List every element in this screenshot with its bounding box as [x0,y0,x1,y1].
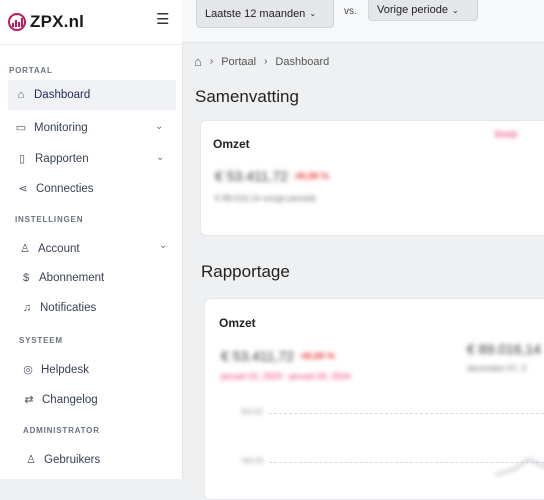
sidebar-item-label: Connecties [36,182,94,195]
sidebar-item-account[interactable]: ♙ Account [18,242,80,256]
help-icon: ◎ [23,364,33,376]
summary-previous: € 89.016,14 vorige periode [215,193,317,203]
summary-heading: Samenvatting [195,87,299,106]
breadcrumb-portaal[interactable]: Portaal [221,56,256,68]
breadcrumb-current: Dashboard [275,55,330,68]
clipboard-icon: ▯ [18,153,26,165]
report-card-title: Omzet [219,316,256,330]
sidebar-item-gebruikers[interactable]: ♙ Gebruikers [24,453,101,467]
section-systeem: SYSTEEM [19,336,63,345]
refresh-icon: ⇄ [24,394,34,406]
report-heading: Rapportage [201,262,290,281]
vs-label: vs. [344,6,357,17]
sidebar-item-abonnement[interactable]: $ Abonnement [19,272,104,284]
sidebar-item-label: Monitoring [34,121,88,134]
report-value: € 53.411,72 [221,348,294,364]
chevron-down-icon[interactable]: ⌄ [155,121,163,132]
period-select[interactable]: Laatste 12 maanden ⌄ [196,0,334,28]
home-icon: ⌂ [17,89,25,101]
summary-link[interactable]: Bekijk [495,129,518,139]
sidebar-item-label: Notificaties [40,302,97,314]
summary-card: Omzet € 53.411,72 -40,89 % € 89.016,14 v… [200,120,544,236]
sidebar-item-notificaties[interactable]: ♫ Notificaties [20,302,96,314]
summary-card-title: Omzet [213,137,250,151]
chevron-down-icon[interactable]: ⌄ [159,240,167,251]
brand[interactable]: ZPX.nl [0,0,182,45]
sidebar-item-label: Dashboard [34,89,91,101]
summary-change: -40,89 % [293,171,330,181]
brand-name: ZPX.nl [30,12,85,31]
sidebar: ZPX.nl ☰ PORTAAL ⌂ Dashboard ▭ Monitorin… [0,0,183,479]
section-administrator: ADMINISTRATOR [23,426,100,435]
sidebar-item-label: Account [38,242,80,255]
chevron-down-icon: ⌄ [451,5,459,15]
sidebar-item-label: Rapporten [35,152,89,165]
sidebar-item-rapporten[interactable]: ▯ Rapporten [15,152,89,166]
dollar-icon: $ [22,272,30,284]
menu-toggle-icon[interactable]: ☰ [156,10,169,28]
user-icon: ♙ [26,454,36,466]
chevron-right-icon: › [264,56,268,67]
report-range: januari 01, 2023 - januari 05, 2024 [221,371,351,381]
chevron-down-icon: ⌄ [309,9,317,18]
logo-icon [8,13,26,31]
sidebar-item-monitoring[interactable]: ▭ Monitoring [14,121,88,135]
sidebar-item-helpdesk[interactable]: ◎ Helpdesk [21,363,89,377]
section-portaal: PORTAAL [9,66,53,75]
y-tick-label: 600.00 [241,409,263,416]
sidebar-item-label: Changelog [42,393,98,406]
chevron-right-icon: › [209,56,214,67]
sidebar-item-label: Gebruikers [44,453,101,466]
y-tick-label: 500.00 [242,458,264,465]
report-card: Omzet € 53.411,72 -40,89 % januari 01, 2… [204,298,544,500]
compare-select[interactable]: Vorige periode ⌄ [368,0,478,21]
compare-select-value: Vorige periode [377,4,448,16]
sidebar-item-connecties[interactable]: ⋖ Connecties [16,182,94,196]
gridline [269,413,544,414]
share-icon: ⋖ [18,183,28,195]
bell-icon: ♫ [22,302,32,314]
report-compare-value: € 89.016,14 [467,341,541,357]
breadcrumb: ⌂ › Portaal › Dashboard [194,54,337,69]
app: ZPX.nl ☰ PORTAAL ⌂ Dashboard ▭ Monitorin… [0,0,544,500]
chevron-down-icon[interactable]: ⌄ [156,152,164,163]
summary-value: € 53.411,72 [215,168,288,184]
report-compare-range: december 07, 2 [467,363,527,373]
home-icon[interactable]: ⌂ [194,54,202,69]
sidebar-item-label: Helpdesk [41,363,89,376]
report-change: -40,89 % [299,351,336,361]
period-select-value: Laatste 12 maanden [205,7,306,20]
sidebar-item-changelog[interactable]: ⇄ Changelog [22,393,98,407]
report-line-series [495,458,544,476]
monitor-icon: ▭ [15,122,27,134]
section-instellingen: INSTELLINGEN [15,215,84,224]
user-icon: ♙ [20,243,30,255]
sidebar-item-label: Abonnement [39,272,105,284]
sidebar-item-dashboard[interactable]: ⌂ Dashboard [8,80,176,110]
